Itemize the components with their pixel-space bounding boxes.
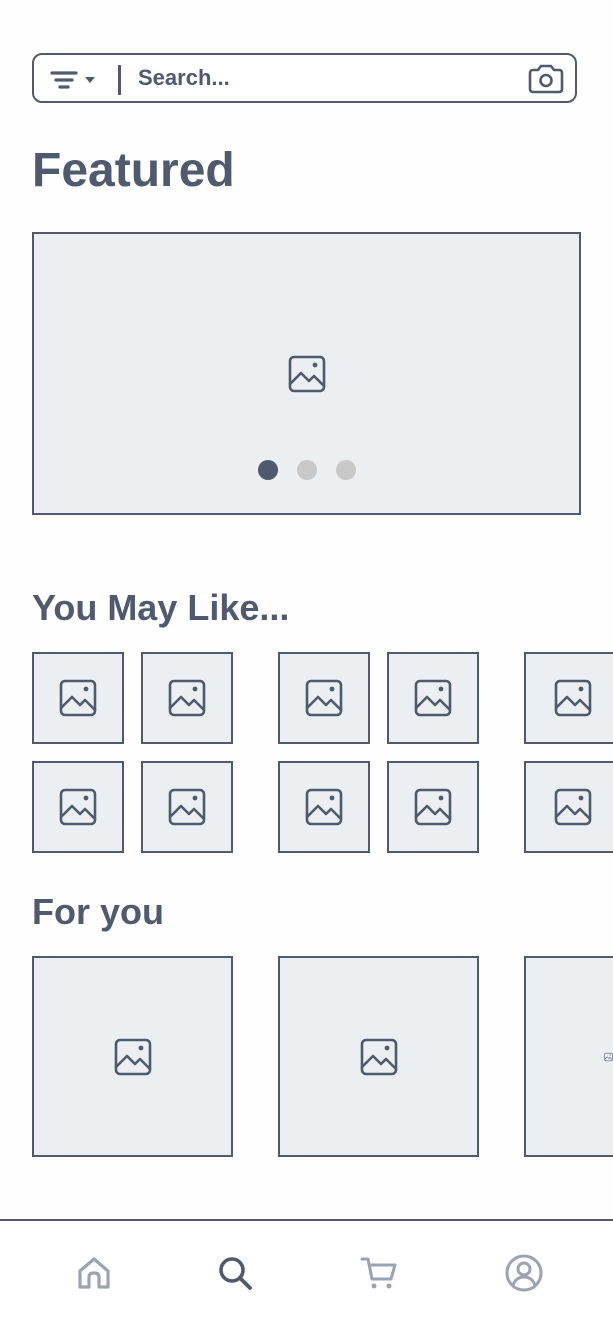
profile-icon <box>505 1254 543 1292</box>
product-tile[interactable] <box>278 652 370 744</box>
image-placeholder-icon <box>413 678 453 718</box>
carousel-dot-3[interactable] <box>335 460 356 480</box>
nav-cart[interactable] <box>357 1251 401 1295</box>
carousel-dot-2[interactable] <box>296 460 317 480</box>
bottom-navigation <box>0 1219 613 1330</box>
image-placeholder-icon <box>167 787 207 827</box>
filter-dropdown-button[interactable] <box>48 64 102 94</box>
image-placeholder-icon <box>359 1037 399 1077</box>
search-input[interactable] <box>138 63 508 93</box>
image-placeholder-icon <box>553 678 593 718</box>
camera-icon <box>528 64 564 94</box>
image-placeholder-icon <box>304 678 344 718</box>
product-tile[interactable] <box>32 761 124 853</box>
featured-title: Featured <box>32 144 235 197</box>
for-you-title: For you <box>32 891 164 932</box>
camera-button[interactable] <box>527 64 565 94</box>
carousel-dot-1[interactable] <box>257 460 278 480</box>
nav-home[interactable] <box>72 1251 116 1295</box>
cart-icon <box>360 1257 397 1289</box>
recommendation-card[interactable] <box>524 956 613 1157</box>
product-tile[interactable] <box>141 652 233 744</box>
nav-profile[interactable] <box>502 1251 546 1295</box>
filter-icon <box>50 71 95 89</box>
product-tile[interactable] <box>524 761 613 853</box>
recommendation-card[interactable] <box>32 956 233 1157</box>
product-tile[interactable] <box>278 761 370 853</box>
recommendation-card[interactable] <box>278 956 479 1157</box>
image-placeholder-icon <box>287 354 327 394</box>
featured-carousel[interactable] <box>32 232 581 515</box>
you-may-like-title: You May Like... <box>32 587 290 628</box>
image-placeholder-icon <box>113 1037 153 1077</box>
search-divider <box>118 65 121 95</box>
search-bar <box>32 53 577 103</box>
product-tile[interactable] <box>387 652 479 744</box>
carousel-indicator <box>34 460 579 480</box>
image-placeholder-icon <box>553 787 593 827</box>
image-placeholder-icon <box>304 787 344 827</box>
home-icon <box>78 1257 110 1289</box>
image-placeholder-icon <box>58 787 98 827</box>
image-placeholder-icon <box>413 787 453 827</box>
chevron-down-icon <box>85 77 95 83</box>
product-tile[interactable] <box>387 761 479 853</box>
product-tile[interactable] <box>141 761 233 853</box>
image-placeholder-icon <box>167 678 207 718</box>
nav-search[interactable] <box>213 1251 257 1295</box>
product-tile[interactable] <box>524 652 613 744</box>
image-placeholder-icon <box>604 1037 613 1077</box>
image-placeholder-icon <box>58 678 98 718</box>
product-tile[interactable] <box>32 652 124 744</box>
search-icon <box>219 1257 252 1290</box>
